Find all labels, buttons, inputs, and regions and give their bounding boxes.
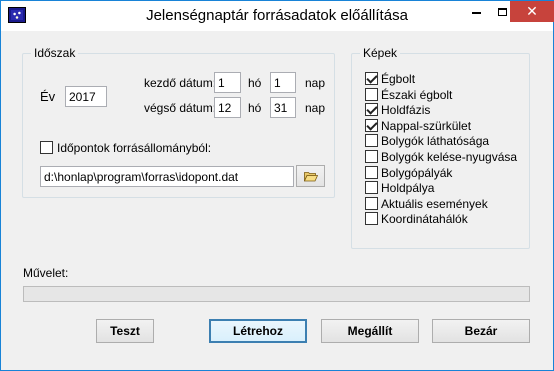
vegso-nap-label: nap [305, 101, 326, 115]
idoszak-group-label: Időszak [31, 46, 79, 60]
path-input[interactable] [40, 166, 294, 187]
kepek-item-label[interactable]: Aktuális események [381, 197, 488, 211]
kepek-checkbox[interactable] [365, 165, 378, 179]
vegso-nap-input[interactable] [270, 97, 296, 118]
teszt-button[interactable]: Teszt [96, 319, 154, 343]
ev-label: Év [40, 89, 56, 104]
muvelet-label: Művelet: [23, 266, 69, 280]
browse-button[interactable] [296, 165, 325, 187]
kezdo-ho-input[interactable] [214, 72, 241, 93]
maximize-icon [497, 7, 507, 16]
kepek-checkbox[interactable] [365, 212, 378, 226]
kezdo-datum-label: kezdő dátum: [144, 76, 217, 90]
kepek-checkbox[interactable] [365, 150, 378, 163]
megallit-button[interactable]: Megállít [321, 319, 419, 343]
title-bar[interactable]: Jelenségnaptár forrásadatok előállítása … [1, 1, 554, 31]
kepek-item-label[interactable]: Holdpálya [381, 181, 434, 195]
close-icon: ✕ [526, 3, 538, 19]
kezdo-nap-input[interactable] [270, 72, 296, 93]
vegso-datum-label: végső dátum: [144, 101, 217, 115]
kepek-item-label[interactable]: Bolygók kelése-nyugvása [381, 150, 517, 164]
kepek-checkbox[interactable] [365, 181, 378, 195]
ev-input[interactable] [65, 86, 107, 107]
kezdo-nap-label: nap [305, 76, 326, 90]
kepek-checkbox[interactable] [365, 72, 378, 85]
kepek-item-label[interactable]: Bolygók láthatósága [381, 134, 489, 148]
kepek-checkbox[interactable] [365, 134, 378, 148]
kepek-item-label[interactable]: Északi égbolt [381, 88, 452, 102]
minimize-button[interactable] [463, 1, 489, 22]
kepek-item-label[interactable]: Nappal-szürkület [381, 119, 471, 133]
folder-open-icon [304, 172, 318, 182]
kepek-group-label: Képek [360, 46, 401, 60]
progress-bar [23, 286, 530, 302]
kepek-checkbox[interactable] [365, 196, 378, 210]
kepek-checkbox[interactable] [365, 87, 378, 101]
idopontok-checkbox[interactable] [40, 141, 53, 154]
minimize-icon [471, 11, 481, 14]
kepek-item-label[interactable]: Koordinátahálók [381, 212, 468, 226]
dialog-window: Jelenségnaptár forrásadatok előállítása … [0, 0, 554, 371]
vegso-ho-label: hó [248, 101, 262, 115]
bezar-button[interactable]: Bezár [432, 319, 530, 343]
kepek-item-label[interactable]: Holdfázis [381, 103, 430, 117]
kepek-checkbox[interactable] [365, 118, 378, 132]
kezdo-ho-label: hó [248, 76, 262, 90]
letrehoz-button[interactable]: Létrehoz [209, 319, 307, 343]
kepek-item-label[interactable]: Bolygópályák [381, 166, 452, 180]
kepek-item-label[interactable]: Égbolt [381, 72, 415, 86]
close-button[interactable]: ✕ [510, 1, 554, 22]
kepek-checkbox[interactable] [365, 103, 378, 117]
vegso-ho-input[interactable] [214, 97, 241, 118]
idopontok-label[interactable]: Időpontok forrásállományból: [57, 141, 211, 155]
